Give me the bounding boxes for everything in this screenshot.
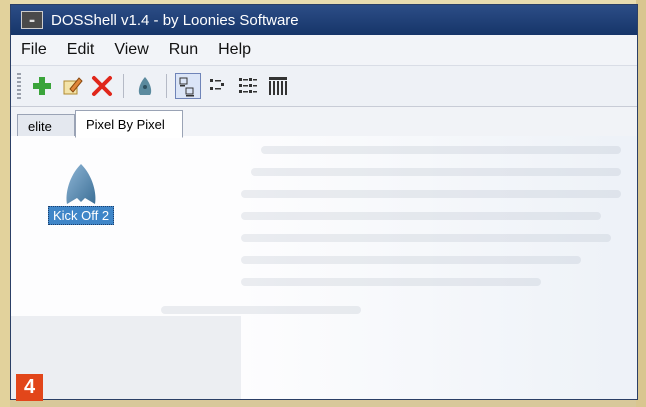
rocket-icon xyxy=(59,162,103,206)
app-icon[interactable]: ▬ xyxy=(21,11,43,29)
menu-help[interactable]: Help xyxy=(208,41,261,59)
shortcut-label[interactable]: Kick Off 2 xyxy=(47,206,115,225)
shortcut-panel[interactable]: Kick Off 2 xyxy=(11,136,637,399)
edit-icon[interactable] xyxy=(59,73,85,99)
tab-pixel-by-pixel[interactable]: Pixel By Pixel xyxy=(75,110,183,138)
magazine-show-through xyxy=(161,136,637,399)
menu-bar: File Edit View Run Help xyxy=(11,35,637,66)
tab-label: elite xyxy=(28,119,52,134)
menu-view[interactable]: View xyxy=(104,41,158,59)
small-icons-view-icon[interactable] xyxy=(205,73,231,99)
window-title: DOSShell v1.4 - by Loonies Software xyxy=(51,11,299,29)
shortcut-kick-off-2[interactable]: Kick Off 2 xyxy=(41,162,121,225)
step-badge: 4 xyxy=(16,374,43,401)
run-icon[interactable] xyxy=(132,73,158,99)
title-bar[interactable]: ▬ DOSShell v1.4 - by Loonies Software xyxy=(11,5,637,35)
menu-edit[interactable]: Edit xyxy=(57,41,105,59)
tab-label: Pixel By Pixel xyxy=(86,116,165,132)
menu-run[interactable]: Run xyxy=(159,41,208,59)
app-window: ▬ DOSShell v1.4 - by Loonies Software Fi… xyxy=(10,4,638,400)
toolbar-grip[interactable] xyxy=(17,73,21,99)
delete-icon[interactable] xyxy=(89,73,115,99)
large-icons-view-icon[interactable] xyxy=(175,73,201,99)
details-view-icon[interactable] xyxy=(265,73,291,99)
magazine-page-left xyxy=(0,0,10,407)
menu-file[interactable]: File xyxy=(11,41,57,59)
add-icon[interactable] xyxy=(29,73,55,99)
toolbar-separator xyxy=(123,74,124,98)
list-view-icon[interactable] xyxy=(235,73,261,99)
tab-elite[interactable]: elite xyxy=(17,114,75,138)
magazine-show-through xyxy=(11,316,241,399)
toolbar-separator xyxy=(166,74,167,98)
toolbar xyxy=(11,66,637,107)
tab-strip: elite Pixel By Pixel xyxy=(11,107,637,138)
